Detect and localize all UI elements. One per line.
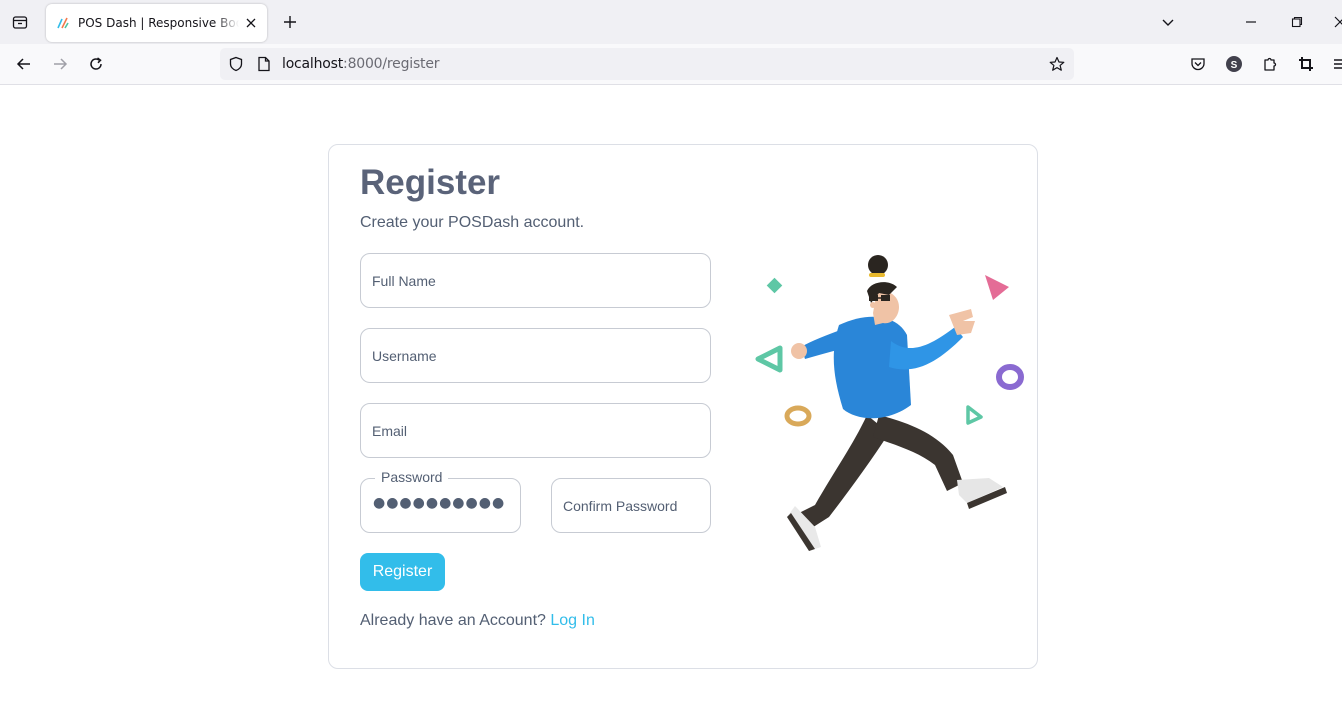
browser-tab-active[interactable]: POS Dash | Responsive Bootstrap 4 Admin … xyxy=(46,4,267,42)
close-tab-icon[interactable] xyxy=(243,15,259,31)
list-all-tabs-icon[interactable] xyxy=(8,10,32,34)
back-arrow-icon[interactable] xyxy=(12,52,36,76)
page-subtitle: Create your POSDash account. xyxy=(360,214,585,231)
running-person-illustration xyxy=(755,255,1024,551)
app-menu-icon[interactable] xyxy=(1328,52,1342,76)
account-avatar[interactable]: S xyxy=(1222,52,1246,76)
page-info-icon[interactable] xyxy=(256,56,272,72)
username-field[interactable] xyxy=(360,328,711,383)
confirm-password-input[interactable] xyxy=(563,479,699,532)
login-prompt: Already have an Account? Log In xyxy=(360,612,595,630)
confirm-password-field[interactable] xyxy=(551,478,711,533)
full-name-field[interactable] xyxy=(360,253,711,308)
browser-navigation-bar: localhost:8000/register S xyxy=(0,44,1342,85)
email-field[interactable] xyxy=(360,403,711,458)
reload-icon[interactable] xyxy=(84,52,108,76)
username-input[interactable] xyxy=(372,329,699,382)
tracking-protection-shield-icon[interactable] xyxy=(228,56,244,72)
password-label: Password xyxy=(375,469,449,485)
close-window-icon[interactable] xyxy=(1328,10,1342,34)
browser-tab-bar: POS Dash | Responsive Bootstrap 4 Admin … xyxy=(0,0,1342,44)
minimize-window-icon[interactable] xyxy=(1239,10,1263,34)
svg-text:S: S xyxy=(1231,60,1238,71)
restore-window-icon[interactable] xyxy=(1285,10,1309,34)
register-button[interactable]: Register xyxy=(360,553,445,591)
login-prompt-text: Already have an Account? xyxy=(360,612,546,629)
url-text[interactable]: localhost:8000/register xyxy=(282,56,440,72)
tab-title: POS Dash | Responsive Bootstrap 4 Admin … xyxy=(78,16,239,30)
register-card: Register Create your POSDash account. Pa… xyxy=(328,144,1038,669)
extensions-puzzle-icon[interactable] xyxy=(1258,52,1282,76)
password-field[interactable]: Password ●●●●●●●●●● xyxy=(360,469,521,533)
login-link[interactable]: Log In xyxy=(550,612,594,629)
full-name-input[interactable] xyxy=(372,254,699,307)
tab-list-chevron-down-icon[interactable] xyxy=(1156,10,1180,34)
crop-screenshot-icon[interactable] xyxy=(1294,52,1318,76)
address-bar[interactable]: localhost:8000/register xyxy=(220,48,1074,80)
forward-arrow-icon[interactable] xyxy=(48,52,72,76)
pocket-icon[interactable] xyxy=(1186,52,1210,76)
bookmark-star-icon[interactable] xyxy=(1049,56,1065,72)
new-tab-icon[interactable] xyxy=(278,10,302,34)
password-input[interactable]: ●●●●●●●●●● xyxy=(373,495,505,511)
email-input[interactable] xyxy=(372,404,699,457)
site-favicon-icon xyxy=(56,16,70,30)
page-title: Register xyxy=(360,163,501,202)
